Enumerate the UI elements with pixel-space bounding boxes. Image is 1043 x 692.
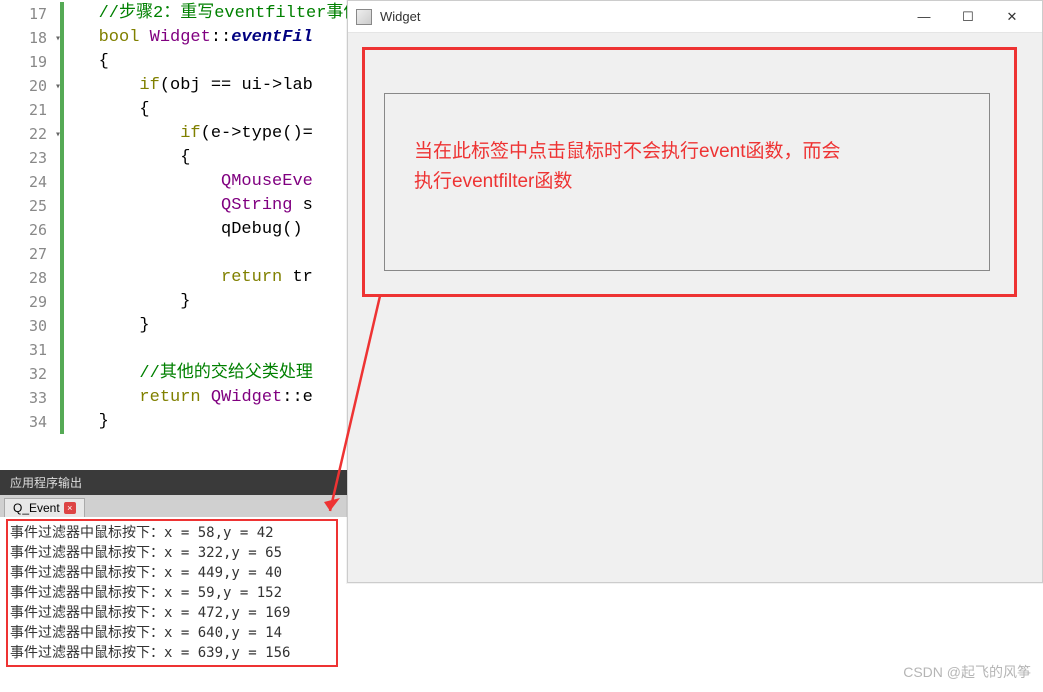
line-number: 28 [0, 266, 59, 290]
line-number: 26 [0, 218, 59, 242]
line-number: 18▾ [0, 26, 59, 50]
code-margin [60, 0, 68, 470]
line-number: 32 [0, 362, 59, 386]
line-number: 23 [0, 146, 59, 170]
line-gutter: 1718▾1920▾2122▾232425262728293031323334 [0, 0, 60, 470]
line-number: 20▾ [0, 74, 59, 98]
widget-window: Widget — ☐ ✕ 当在此标签中点击鼠标时不会执行event函数，而会 执… [347, 0, 1043, 583]
line-number: 22▾ [0, 122, 59, 146]
close-button[interactable]: ✕ [990, 2, 1034, 32]
output-line: 事件过滤器中鼠标按下：x = 59,y = 152 [10, 583, 1033, 603]
line-number: 31 [0, 338, 59, 362]
output-line: 事件过滤器中鼠标按下：x = 472,y = 169 [10, 603, 1033, 623]
line-number: 25 [0, 194, 59, 218]
titlebar[interactable]: Widget — ☐ ✕ [348, 1, 1042, 33]
annotation-line2: 执行eventfilter函数 [414, 167, 974, 197]
line-number: 29 [0, 290, 59, 314]
output-line: 事件过滤器中鼠标按下：x = 640,y = 14 [10, 623, 1033, 643]
maximize-button[interactable]: ☐ [946, 2, 990, 32]
annotation-line1: 当在此标签中点击鼠标时不会执行event函数，而会 [414, 137, 974, 167]
window-title: Widget [380, 9, 420, 24]
line-number: 19 [0, 50, 59, 74]
line-number: 21 [0, 98, 59, 122]
output-line: 事件过滤器中鼠标按下：x = 639,y = 156 [10, 643, 1033, 663]
app-icon [356, 9, 372, 25]
watermark: CSDN @起飞的风筝 [903, 662, 1031, 682]
line-number: 33 [0, 386, 59, 410]
widget-client-area[interactable]: 当在此标签中点击鼠标时不会执行event函数，而会 执行eventfilter函… [348, 33, 1042, 582]
tab-label: Q_Event [13, 501, 60, 515]
minimize-button[interactable]: — [902, 2, 946, 32]
close-icon[interactable]: × [64, 502, 76, 514]
annotation-text: 当在此标签中点击鼠标时不会执行event函数，而会 执行eventfilter函… [414, 137, 974, 197]
output-tab-qevent[interactable]: Q_Event × [4, 498, 85, 517]
output-panel-title: 应用程序输出 [0, 474, 92, 491]
line-number: 34 [0, 410, 59, 434]
line-number: 17 [0, 2, 59, 26]
line-number: 24 [0, 170, 59, 194]
line-number: 30 [0, 314, 59, 338]
line-number: 27 [0, 242, 59, 266]
window-controls: — ☐ ✕ [902, 2, 1034, 32]
